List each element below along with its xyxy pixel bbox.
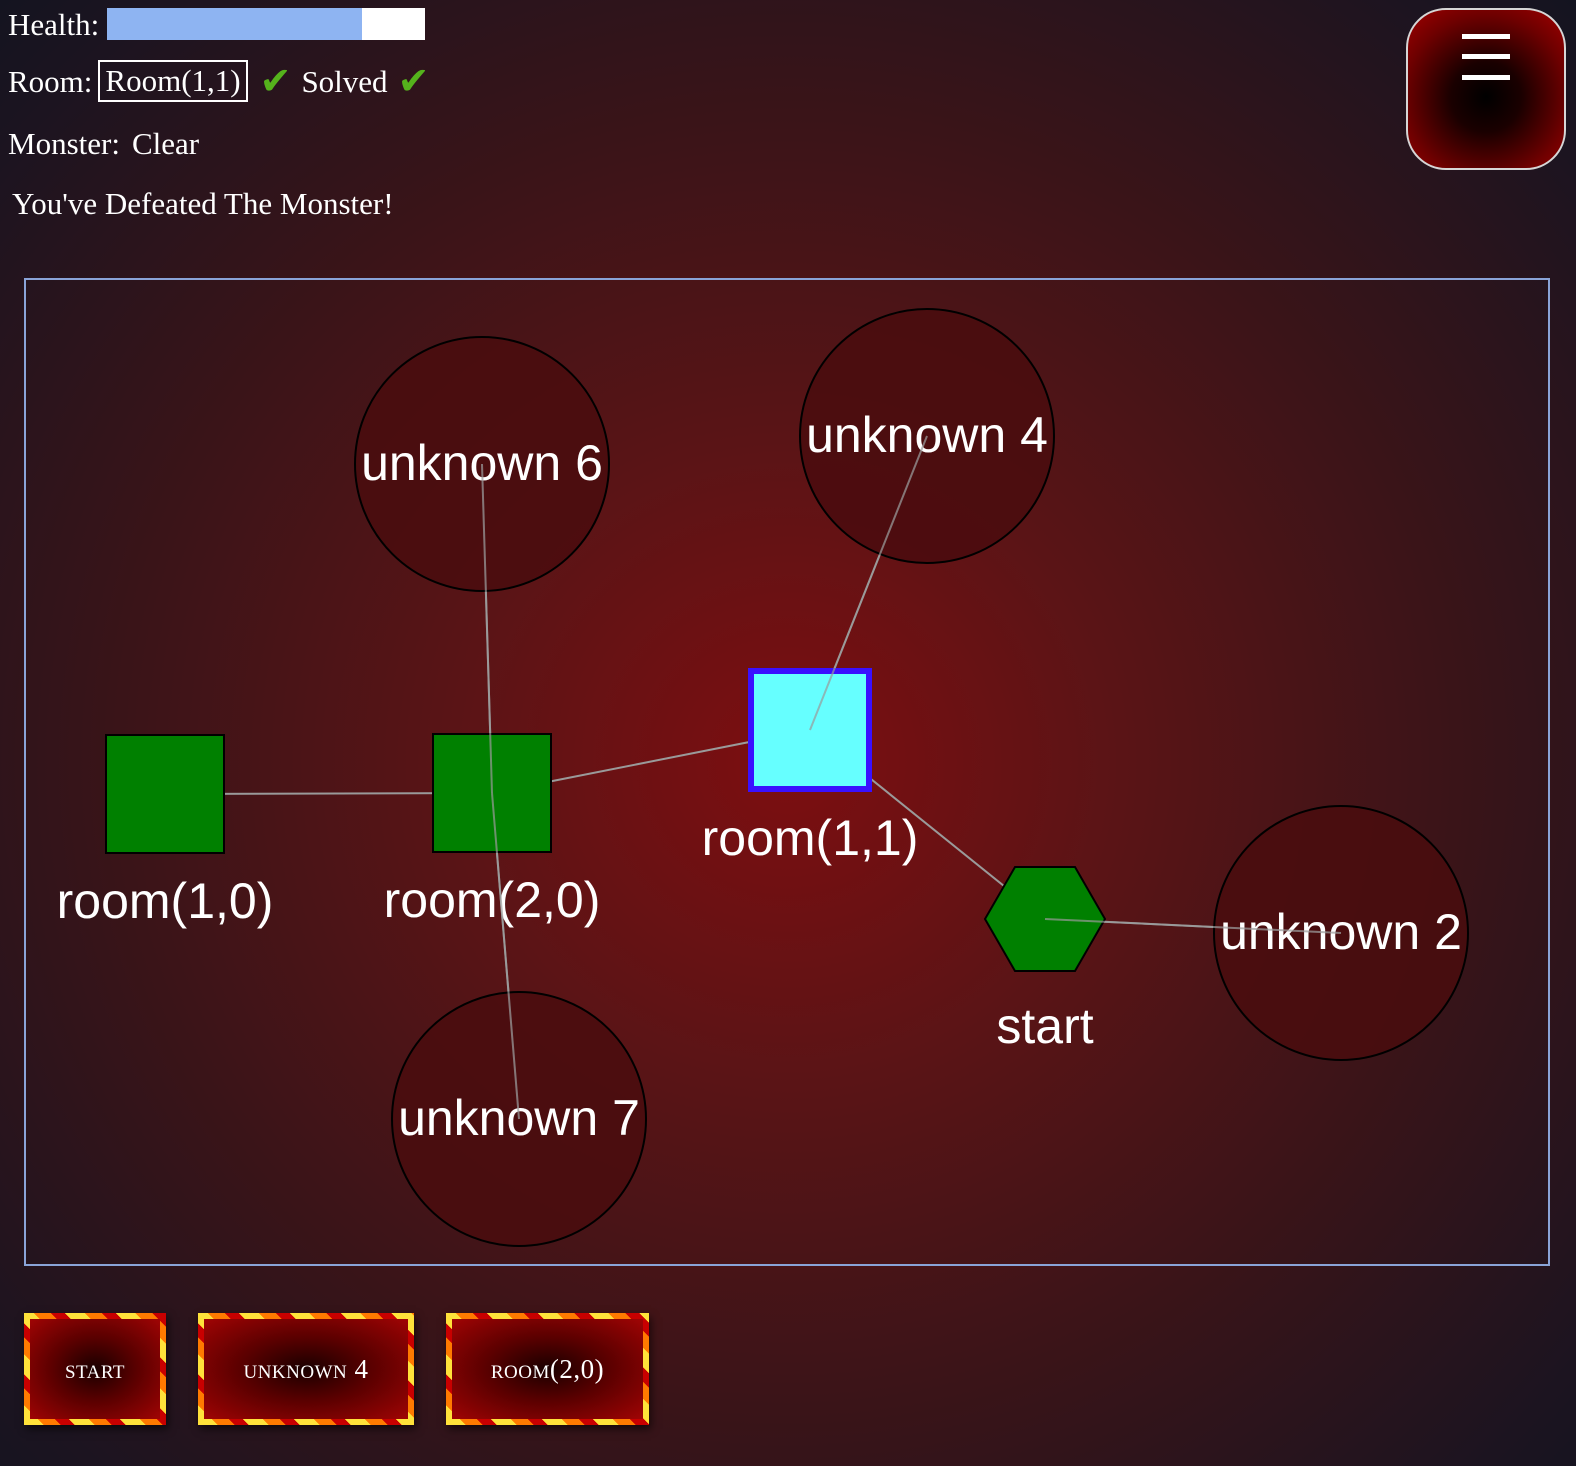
map-node-room11[interactable]: room(1,1) <box>702 668 919 866</box>
map-node-label: start <box>996 998 1093 1054</box>
status-message: You've Defeated The Monster! <box>12 186 394 221</box>
go-start-button[interactable]: start <box>24 1313 166 1425</box>
monster-label: Monster: <box>8 126 120 161</box>
room-label: Room: <box>8 63 93 99</box>
hamburger-menu-icon <box>1462 32 1510 82</box>
monster-status: Clear <box>131 126 200 161</box>
health-bar-fill <box>107 8 362 40</box>
map-node-label: room(1,0) <box>57 873 274 929</box>
solved-label: Solved <box>301 63 388 99</box>
solved-check-icon: ✔ <box>397 59 430 103</box>
current-room-name: Room(1,1) <box>98 60 248 102</box>
dungeon-map-graph: unknown 6 unknown 4room(1,0) room(2,0)room… <box>57 308 1469 1247</box>
health-bar <box>107 8 426 40</box>
health-row: Health: <box>8 6 426 42</box>
monster-row: Monster: Clear <box>8 128 199 159</box>
dungeon-map: unknown 6 unknown 4 room(1,0) room(2,0) room… <box>24 278 1550 1266</box>
menu-button[interactable] <box>1406 8 1566 170</box>
map-node-start[interactable]: start <box>983 866 1107 1054</box>
map-node-label: unknown 4 <box>806 407 1048 463</box>
map-node-room10[interactable]: room(1,0) <box>57 734 274 929</box>
room-row: Room: Room(1,1) ✔ Solved ✔ <box>8 60 429 102</box>
visited-room-square <box>105 734 225 854</box>
go-unknown-4-button[interactable]: unknown 4 <box>198 1313 414 1425</box>
go-room-2-0-button[interactable]: room(2,0) <box>446 1313 649 1425</box>
check-icon: ✔ <box>259 59 292 103</box>
map-node-label: room(2,0) <box>384 872 601 928</box>
health-label: Health: <box>8 6 100 42</box>
map-node-label: room(1,1) <box>702 810 919 866</box>
